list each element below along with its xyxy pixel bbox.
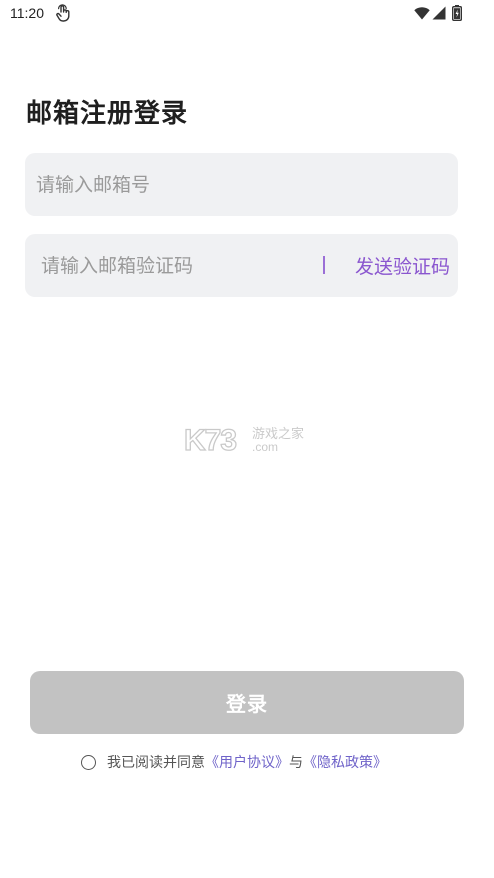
agreement-row: 我已阅读并同意 《用户协议》 与 《隐私政策》 bbox=[81, 751, 387, 773]
email-input[interactable] bbox=[25, 153, 458, 216]
signal-icon bbox=[432, 6, 446, 20]
verification-code-input[interactable] bbox=[25, 234, 295, 297]
agreement-prefix: 我已阅读并同意 bbox=[107, 755, 205, 771]
touch-icon bbox=[56, 4, 70, 22]
watermark-logo: K73 游戏之家 .com bbox=[184, 423, 304, 456]
status-time: 11:20 bbox=[10, 5, 44, 21]
page-title: 邮箱注册登录 bbox=[26, 99, 189, 129]
battery-icon bbox=[452, 5, 462, 21]
watermark-logo-text: K73 bbox=[184, 424, 236, 456]
agreement-checkbox[interactable] bbox=[81, 754, 96, 770]
wifi-icon bbox=[414, 7, 430, 20]
input-divider bbox=[323, 256, 325, 274]
login-button[interactable]: 登录 bbox=[30, 671, 464, 734]
email-field-container bbox=[25, 153, 458, 216]
watermark-domain-text: .com bbox=[252, 440, 278, 454]
send-code-button[interactable]: 发送验证码 bbox=[355, 252, 450, 279]
privacy-policy-link[interactable]: 《隐私政策》 bbox=[303, 752, 387, 772]
user-agreement-link[interactable]: 《用户协议》 bbox=[205, 752, 289, 772]
status-bar: 11:20 bbox=[0, 0, 494, 28]
code-field-container: 发送验证码 bbox=[25, 234, 458, 297]
agreement-connector: 与 bbox=[289, 755, 303, 771]
